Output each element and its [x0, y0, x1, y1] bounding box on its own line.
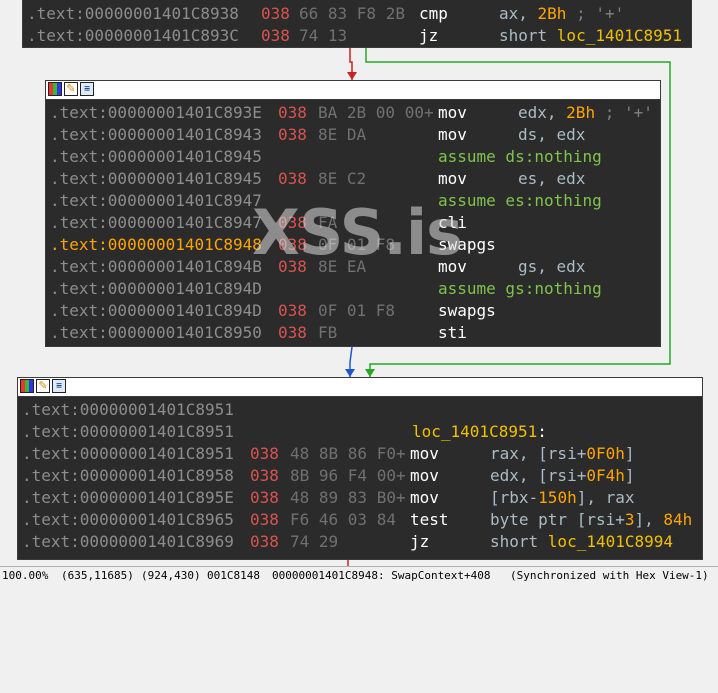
file-offset: 001C8148	[207, 569, 260, 582]
stack-pointer: 038	[250, 532, 279, 551]
graph-overview-icon[interactable]	[48, 82, 62, 96]
operands: rax, [rsi+0F0h]	[490, 444, 635, 463]
address: .text:00000001401C8950	[50, 323, 262, 342]
address: .text:00000001401C8951	[22, 422, 234, 441]
current-location: 00000001401C8948: SwapContext+408	[272, 569, 491, 582]
assume-directive: assume es:nothing	[438, 191, 602, 210]
jump-target-link[interactable]: loc_1401C8951	[557, 26, 682, 45]
address: .text:00000001401C8945	[50, 169, 262, 188]
address: .text:00000001401C894D	[50, 301, 262, 320]
address: .text:00000001401C8947	[50, 191, 262, 210]
code-view-icon[interactable]: ≡	[52, 379, 66, 393]
assume-directive: assume gs:nothing	[438, 279, 602, 298]
opcode-bytes: BA 2B 00 00+	[318, 103, 434, 122]
graph-overview-icon[interactable]	[20, 379, 34, 393]
address: .text:00000001401C8943	[50, 125, 262, 144]
mnemonic: jz	[410, 532, 430, 551]
opcode-bytes: 48 8B 86 F0+	[290, 444, 406, 463]
operands: es, edx	[518, 169, 586, 188]
operands: edx, [rsi+0F4h]	[490, 466, 635, 485]
mnemonic: sti	[438, 323, 467, 342]
status-bar: 100.00% (635,11685) (924,430) 001C8148 0…	[0, 566, 718, 585]
sync-status: (Synchronized with Hex View-1)	[510, 569, 709, 582]
operands: ds, edx	[518, 125, 586, 144]
code-view-icon[interactable]: ≡	[80, 82, 94, 96]
mnemonic: mov	[410, 488, 439, 507]
edit-icon[interactable]: ✎	[64, 82, 78, 96]
opcode-bytes: 8B 96 F4 00+	[290, 466, 406, 485]
code-block-bottom[interactable]: ✎ ≡ .text:00000001401C8951 .text:00000001…	[17, 377, 703, 560]
address: .text:00000001401C8958	[22, 466, 234, 485]
address: .text:00000001401C893C	[27, 26, 239, 45]
mnemonic: cmp	[419, 4, 448, 23]
operands: [rbx-150h], rax	[490, 488, 635, 507]
stack-pointer: 038	[250, 444, 279, 463]
edge-true-arrow	[365, 369, 375, 377]
operands: ax, 2Bh ; '+'	[499, 4, 625, 23]
mnemonic: mov	[438, 169, 467, 188]
address: .text:00000001401C8945	[50, 147, 262, 166]
address: .text:00000001401C8951	[22, 400, 234, 419]
cursor-coordinates: (635,11685)	[61, 569, 134, 582]
edit-icon[interactable]: ✎	[36, 379, 50, 393]
jump-target-link[interactable]: loc_1401C8994	[548, 532, 673, 551]
mnemonic: swapgs	[438, 301, 496, 320]
code-label[interactable]: loc_1401C8951:	[412, 421, 547, 443]
opcode-bytes: 66 83 F8 2B	[299, 4, 405, 23]
stack-pointer: 038	[278, 169, 307, 188]
stack-pointer: 038	[278, 125, 307, 144]
operands: gs, edx	[518, 257, 586, 276]
operands: short loc_1401C8951	[499, 26, 683, 45]
opcode-bytes: F6 46 03 84	[290, 510, 396, 529]
stack-pointer: 038	[278, 301, 307, 320]
address: .text:00000001401C8969	[22, 532, 234, 551]
operands: edx, 2Bh ; '+'	[518, 103, 653, 122]
opcode-bytes: 74 29	[290, 532, 339, 551]
opcode-bytes: FB	[318, 323, 338, 342]
stack-pointer: 038	[278, 103, 307, 122]
mnemonic: mov	[410, 444, 439, 463]
edge-fallthrough-arrow	[345, 369, 355, 377]
address: .text:00000001401C8938	[27, 4, 239, 23]
opcode-bytes: 8E C2	[318, 169, 367, 188]
opcode-bytes: 0F 01 F8	[318, 301, 396, 320]
mnemonic: mov	[438, 125, 467, 144]
zoom-level: 100.00%	[2, 569, 49, 582]
mnemonic: jz	[419, 26, 439, 45]
opcode-bytes: 74 13	[299, 26, 348, 45]
assume-directive: assume ds:nothing	[438, 147, 602, 166]
watermark: XSS.is	[252, 196, 463, 269]
code-block-top[interactable]: .text:00000001401C8938 038 66 83 F8 2B c…	[22, 0, 692, 48]
mnemonic: test	[410, 510, 449, 529]
code-line[interactable]: .text:00000001401C8938 038 66 83 F8 2B c…	[27, 3, 624, 25]
address: .text:00000001401C893E	[50, 103, 262, 122]
code-line[interactable]: .text:00000001401C893C 038 74 13 jz shor…	[27, 25, 682, 47]
opcode-bytes: 8E DA	[318, 125, 367, 144]
address: .text:00000001401C895E	[22, 488, 234, 507]
address: .text:00000001401C8965	[22, 510, 234, 529]
address: .text:00000001401C894D	[50, 279, 262, 298]
operands: byte ptr [rsi+3], 84h	[490, 510, 693, 529]
stack-pointer: 038	[250, 510, 279, 529]
mnemonic: mov	[438, 103, 467, 122]
view-coordinates: (924,430)	[141, 569, 201, 582]
block-header: ✎ ≡	[18, 378, 702, 397]
edge-false-arrow	[347, 72, 357, 80]
mnemonic: mov	[410, 466, 439, 485]
stack-pointer: 038	[261, 26, 290, 45]
address: .text:00000001401C894B	[50, 257, 262, 276]
address: .text:00000001401C8947	[50, 213, 262, 232]
graph-view[interactable]: .text:00000001401C8938 038 66 83 F8 2B c…	[0, 0, 718, 566]
block-header: ✎ ≡	[46, 81, 660, 100]
stack-pointer: 038	[250, 466, 279, 485]
stack-pointer: 038	[250, 488, 279, 507]
stack-pointer: 038	[278, 323, 307, 342]
operands: short loc_1401C8994	[490, 532, 674, 551]
address: .text:00000001401C8948	[50, 235, 262, 254]
address: .text:00000001401C8951	[22, 444, 234, 463]
opcode-bytes: 48 89 83 B0+	[290, 488, 406, 507]
stack-pointer: 038	[261, 4, 290, 23]
